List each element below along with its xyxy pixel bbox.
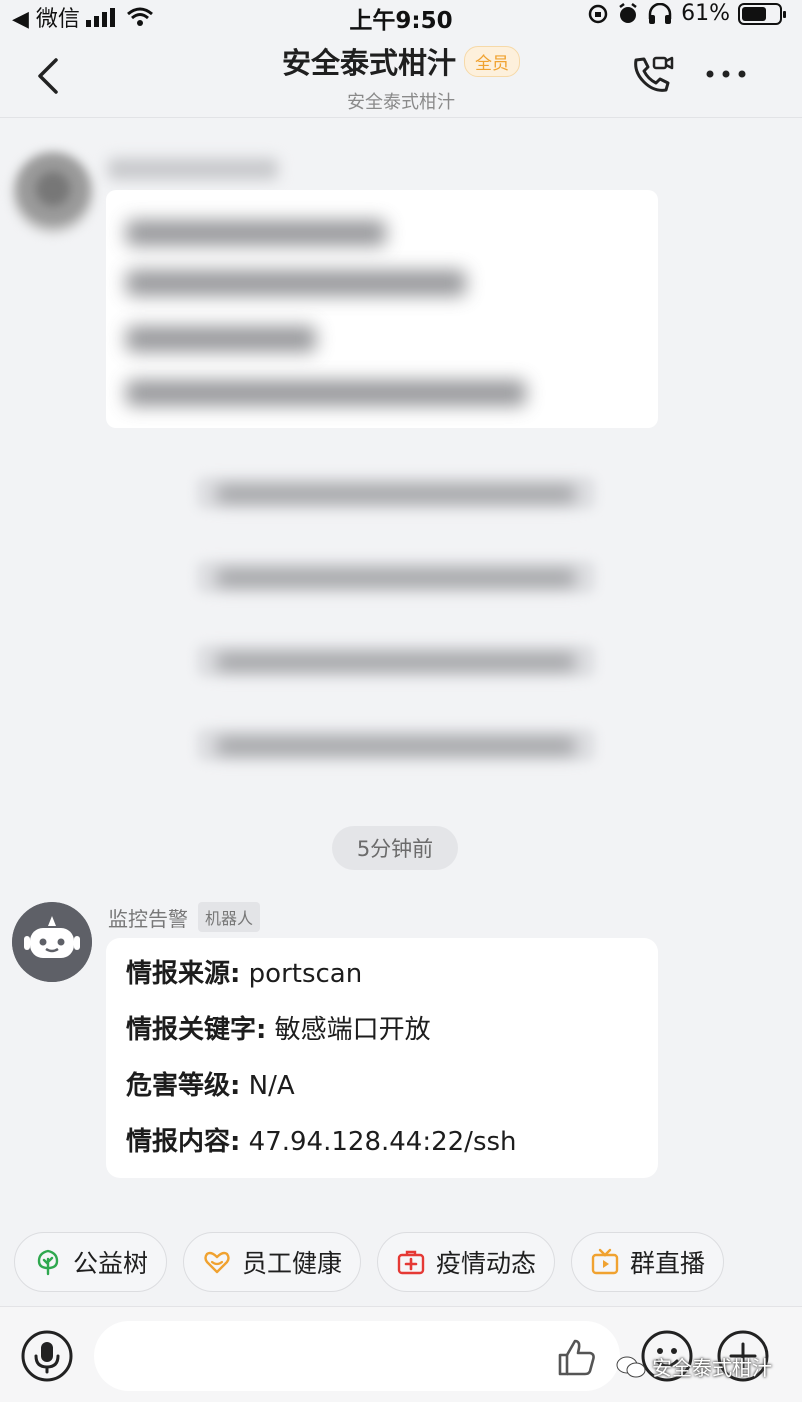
chat-header: 安全泰式柑汁 全员 安全泰式柑汁 <box>0 30 802 118</box>
alert-line-severity: 危害等级: N/A <box>126 1071 295 1101</box>
obscured-avatar <box>12 152 94 234</box>
thumbs-up-icon[interactable] <box>556 1337 598 1377</box>
chip-group-live[interactable]: 群直播 <box>571 1232 725 1292</box>
orientation-lock-icon <box>588 4 608 23</box>
tv-icon <box>591 1248 619 1275</box>
wechat-logo-icon <box>616 1356 646 1377</box>
alert-line-content: 情报内容: 47.94.128.44:22/ssh <box>126 1127 517 1157</box>
chip-epidemic-news[interactable]: 疫情动态 <box>377 1232 556 1292</box>
bot-sender-name: 监控告警 <box>108 906 188 931</box>
chat-title: 安全泰式柑汁 <box>281 46 456 80</box>
bot-tag: 机器人 <box>198 902 261 932</box>
obscured-system-notice-3 <box>196 644 596 678</box>
tree-icon <box>37 1249 59 1276</box>
obscured-system-notice-4 <box>196 728 596 762</box>
alert-line-keyword: 情报关键字: 敏感端口开放 <box>126 1015 431 1045</box>
obscured-sender-name <box>108 158 278 180</box>
quick-action-chips: 公益树 员工健康 疫情动态 群直播 <box>14 1232 725 1292</box>
voice-input-icon[interactable] <box>20 1329 74 1383</box>
battery-icon <box>738 2 786 25</box>
watermark: 安全泰式柑汁 <box>616 1352 772 1381</box>
chat-subtitle: 安全泰式柑汁 <box>347 92 455 113</box>
alarm-icon <box>619 2 637 23</box>
status-right: 61% <box>587 1 786 26</box>
medical-kit-icon <box>397 1250 425 1275</box>
watermark-text: 安全泰式柑汁 <box>652 1356 772 1380</box>
more-options-icon[interactable] <box>704 66 748 82</box>
message-timestamp: 5分钟前 <box>332 826 458 870</box>
all-members-badge: 全员 <box>464 45 520 77</box>
obscured-system-notice-1 <box>196 476 596 510</box>
chip-employee-health[interactable]: 员工健康 <box>183 1232 362 1292</box>
status-bar: ◀ 微信 上午9:50 61% <box>0 0 802 34</box>
message-input[interactable] <box>94 1321 620 1391</box>
bot-sender-row: 监控告警 机器人 <box>108 902 261 932</box>
obscured-system-notice-2 <box>196 560 596 594</box>
alert-line-source: 情报来源: portscan <box>126 959 363 989</box>
battery-percent: 61% <box>681 1 730 26</box>
alert-message-bubble[interactable]: 情报来源: portscan 情报关键字: 敏感端口开放 危害等级: N/A 情… <box>106 938 658 1178</box>
chip-charity-tree[interactable]: 公益树 <box>14 1232 168 1292</box>
obscured-message-bubble <box>106 190 658 428</box>
header-title-block: 安全泰式柑汁 全员 安全泰式柑汁 <box>0 40 802 114</box>
headphones-icon <box>648 2 672 24</box>
robot-avatar-icon[interactable] <box>12 902 92 982</box>
video-call-icon[interactable] <box>628 50 676 98</box>
heart-icon <box>204 1251 230 1274</box>
